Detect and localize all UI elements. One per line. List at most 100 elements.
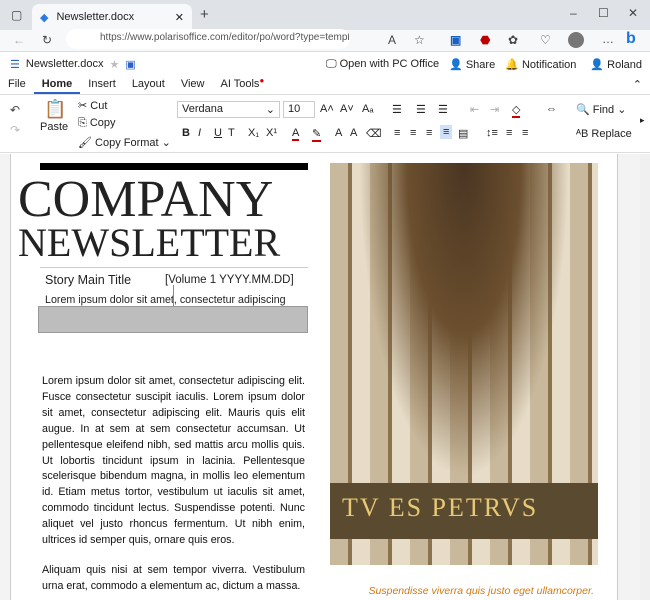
shield-extension-icon[interactable]: ⬣ [480, 33, 490, 47]
bing-icon[interactable]: b [626, 30, 636, 48]
subscript-icon[interactable]: X₁ [248, 127, 259, 139]
replace-button[interactable]: ᴬB Replace [576, 128, 632, 140]
refresh-icon[interactable]: ↻ [42, 33, 52, 47]
paragraph-before-icon[interactable]: ≡ [506, 127, 512, 139]
open-pc-office-button[interactable]: 🖵 Open with PC Office [326, 58, 439, 71]
tab-title: Newsletter.docx [56, 11, 135, 23]
find-button[interactable]: 🔍 Find ⌄ [576, 103, 626, 116]
fill-color-icon[interactable]: ◇ [512, 103, 521, 118]
copy-format-label: Copy Format [95, 137, 159, 149]
cut-button[interactable]: ✂ Cut [78, 99, 107, 112]
file-name[interactable]: Newsletter.docx [26, 58, 104, 70]
underline-icon[interactable]: U [214, 127, 222, 139]
url-text: https://www.polarisoffice.com/editor/po/… [100, 32, 350, 43]
undo-icon[interactable]: ↶ [10, 103, 20, 117]
photo-caption[interactable]: Suspendisse viverra quis justo eget ulla… [330, 585, 594, 597]
star-icon[interactable]: ★ [110, 58, 120, 71]
collapse-ribbon-icon[interactable]: ⌃ [625, 76, 650, 94]
font-select[interactable]: Verdana ⌄ [177, 101, 280, 118]
tab-view[interactable]: View [173, 76, 213, 94]
bitwarden-icon[interactable]: ▣ [450, 33, 461, 47]
align-right-icon[interactable]: ≡ [426, 127, 432, 139]
url-input[interactable]: https://www.polarisoffice.com/editor/po/… [66, 29, 350, 49]
italic-icon[interactable]: I [198, 127, 201, 139]
find-label: Find [592, 104, 615, 116]
change-case-icon[interactable]: Aₐ [362, 103, 373, 115]
new-tab-icon[interactable]: + [200, 6, 209, 23]
story-title[interactable]: Story Main Title [45, 273, 131, 287]
tab-home[interactable]: Home [33, 76, 81, 94]
share-button[interactable]: 👤 Share [449, 58, 495, 71]
favorite-icon[interactable]: ☆ [414, 33, 425, 47]
copy-button[interactable]: ⎘ Copy [78, 117, 116, 130]
minimize-icon[interactable]: – [570, 6, 577, 20]
line-spacing-icon[interactable]: ↕≡ [486, 127, 498, 139]
hamburger-menu-icon[interactable]: ☰ [10, 58, 20, 71]
paste-icon[interactable]: 📋 [44, 99, 66, 120]
polaris-icon: ◆ [40, 11, 49, 24]
body-paragraph-1[interactable]: Lorem ipsum dolor sit amet, consectetur … [42, 374, 305, 549]
story-subtitle[interactable]: Lorem ipsum dolor sit amet, consectetur … [45, 294, 286, 306]
justify-icon[interactable]: ≡ [440, 125, 453, 139]
bold-icon[interactable]: B [182, 127, 190, 139]
increase-indent-icon[interactable]: ⇥ [490, 103, 499, 116]
divider [40, 267, 308, 268]
header-bar [40, 163, 308, 170]
more-icon[interactable]: … [602, 32, 614, 46]
share-label: Share [465, 58, 496, 71]
scrollbar[interactable] [640, 154, 650, 600]
body-paragraph-2[interactable]: Aliquam quis nisi at sem tempor viverra.… [42, 563, 305, 595]
multilevel-list-icon[interactable]: ☰ [438, 103, 448, 116]
extensions-icon[interactable]: ✿ [508, 33, 518, 47]
maximize-icon[interactable]: ☐ [598, 6, 609, 20]
selected-shape[interactable] [38, 306, 308, 333]
ribbon-tabs: File Home Insert Layout View AI Tools ● … [0, 76, 650, 95]
font-color-icon[interactable]: A [292, 127, 300, 141]
tab-insert[interactable]: Insert [80, 76, 124, 94]
newsletter-title-newsletter[interactable]: NEWSLETTER [18, 223, 280, 263]
border-text-icon[interactable]: A [350, 127, 357, 139]
workspaces-icon[interactable]: ▢ [11, 8, 22, 22]
ribbon-toolbar: ↶ ↷ 📋 Paste ✂ Cut ⎘ Copy 🖌 Copy Format ⌄… [0, 95, 650, 153]
redo-icon[interactable]: ↷ [10, 123, 20, 137]
browser-tab[interactable]: ◆ Newsletter.docx ✕ [32, 4, 192, 30]
clear-format-icon[interactable]: ⌫ [366, 127, 382, 140]
strikethrough-icon[interactable]: T [228, 127, 235, 139]
shading-icon[interactable]: A [335, 127, 342, 139]
close-window-icon[interactable]: ✕ [628, 6, 638, 20]
tab-file[interactable]: File [0, 76, 34, 94]
rotate-handle[interactable] [173, 285, 174, 306]
font-size-select[interactable]: 10 [283, 101, 315, 118]
superscript-icon[interactable]: X¹ [266, 127, 277, 139]
user-button[interactable]: 👤 Roland [590, 58, 642, 71]
notification-button[interactable]: 🔔 Notification [505, 58, 576, 71]
highlight-icon[interactable]: ✎ [312, 127, 322, 142]
health-icon[interactable]: ♡ [540, 33, 551, 47]
align-center-icon[interactable]: ≡ [410, 127, 416, 139]
align-left-icon[interactable]: ≡ [394, 127, 400, 139]
volume-date[interactable]: [Volume 1 YYYY.MM.DD] [165, 274, 294, 286]
user-label: Roland [607, 58, 642, 71]
numbered-list-icon[interactable]: ☰ [416, 103, 426, 116]
decrease-indent-icon[interactable]: ⇤ [470, 103, 479, 116]
profile-avatar[interactable] [568, 32, 584, 48]
back-icon[interactable]: ← [13, 33, 25, 47]
copy-format-button[interactable]: 🖌 Copy Format ⌄ [78, 136, 171, 149]
grow-font-icon[interactable]: A˄ [320, 103, 334, 115]
distribute-icon[interactable]: ▤ [458, 127, 468, 140]
save-icon[interactable]: ▣ [125, 58, 135, 71]
copy-label: Copy [89, 117, 116, 129]
ribbon-scroll-right-icon[interactable]: ▸ [640, 115, 645, 126]
notification-label: Notification [521, 58, 577, 71]
paragraph-after-icon[interactable]: ≡ [522, 127, 528, 139]
close-tab-icon[interactable]: ✕ [175, 11, 184, 24]
shrink-font-icon[interactable]: A˅ [340, 103, 354, 115]
tab-layout[interactable]: Layout [124, 76, 173, 94]
paste-button[interactable]: Paste [40, 121, 68, 133]
font-value: Verdana [182, 103, 223, 115]
read-aloud-icon[interactable]: A [388, 33, 396, 47]
bullet-list-icon[interactable]: ☰ [392, 103, 402, 116]
basilica-dome-photo[interactable]: TV ES PETRVS [330, 163, 598, 565]
app-header: ☰ Newsletter.docx ★ ▣ 🖵 Open with PC Off… [0, 53, 650, 75]
spacing-icon[interactable]: ⇔ [546, 103, 557, 115]
